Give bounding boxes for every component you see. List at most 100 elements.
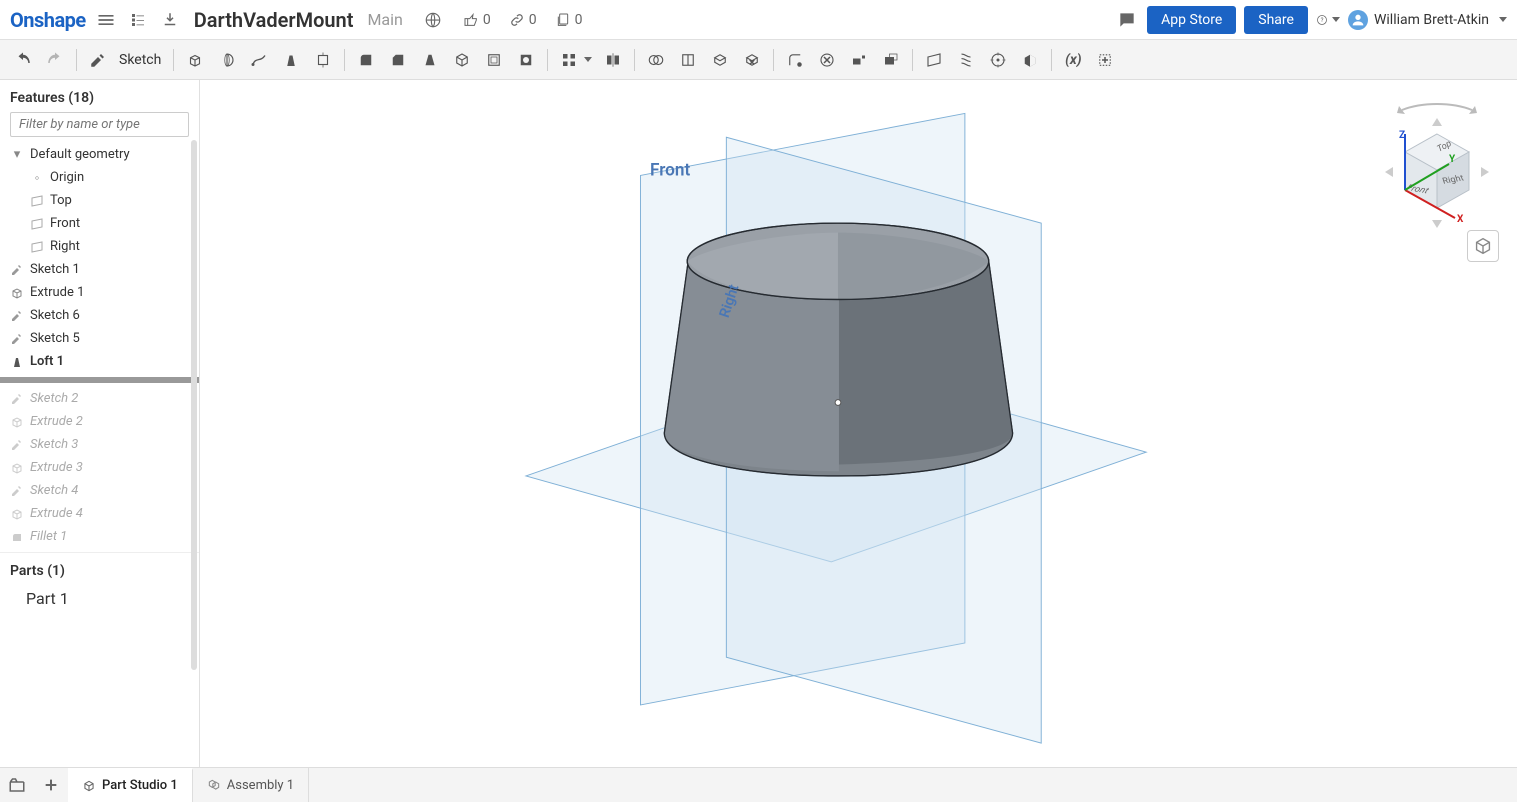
likes-stat[interactable]: 0 xyxy=(463,12,491,28)
tree-extrude2[interactable]: Extrude 2 xyxy=(0,410,199,433)
insert-icon[interactable] xyxy=(158,8,182,32)
scrollbar[interactable] xyxy=(191,140,197,670)
document-name[interactable]: DarthVaderMount xyxy=(194,8,354,32)
tree-extrude4[interactable]: Extrude 4 xyxy=(0,502,199,525)
extrude-icon xyxy=(10,286,24,300)
tree-toggle-icon[interactable] xyxy=(126,8,150,32)
loft-tool[interactable] xyxy=(276,45,306,75)
revolve-tool[interactable] xyxy=(212,45,242,75)
boolean-tool[interactable] xyxy=(641,45,671,75)
help-icon[interactable]: ? xyxy=(1316,8,1340,32)
menu-icon[interactable] xyxy=(94,8,118,32)
replace-face-tool[interactable] xyxy=(876,45,906,75)
tree-sketch4[interactable]: Sketch 4 xyxy=(0,479,199,502)
variable-tool[interactable]: (x) xyxy=(1058,45,1088,75)
delete-part-tool[interactable] xyxy=(812,45,842,75)
extrude-icon xyxy=(10,507,24,521)
mate-connector-tool[interactable] xyxy=(983,45,1013,75)
feature-filter-input[interactable] xyxy=(10,112,189,137)
sketch-tool-icon[interactable] xyxy=(83,45,113,75)
sketch-icon xyxy=(10,309,24,323)
tree-top-plane[interactable]: Top xyxy=(0,189,199,212)
extrude-icon xyxy=(10,461,24,475)
sketch-tool-label[interactable]: Sketch xyxy=(119,52,161,68)
sweep-tool[interactable] xyxy=(244,45,274,75)
isometric-view-button[interactable] xyxy=(1467,230,1499,262)
logo[interactable]: Onshape xyxy=(10,8,86,32)
tree-part1[interactable]: Part 1 xyxy=(0,585,199,612)
plane-icon xyxy=(30,194,44,208)
part-body[interactable] xyxy=(664,223,1012,476)
extrude-icon xyxy=(10,415,24,429)
add-tab-button[interactable] xyxy=(34,768,68,802)
3d-canvas[interactable]: Front Right xyxy=(200,80,1517,767)
plane-tool[interactable] xyxy=(919,45,949,75)
svg-text:X: X xyxy=(1457,214,1464,225)
tree-label: Fillet 1 xyxy=(30,529,67,544)
tree-label: Sketch 1 xyxy=(30,262,80,277)
tab-part-studio[interactable]: Part Studio 1 xyxy=(68,768,193,802)
tree-sketch2[interactable]: Sketch 2 xyxy=(0,387,199,410)
tree-label: Sketch 6 xyxy=(30,308,80,323)
share-button[interactable]: Share xyxy=(1244,6,1308,34)
split-tool[interactable] xyxy=(673,45,703,75)
fillet-tool[interactable] xyxy=(351,45,381,75)
fillet-icon xyxy=(10,530,24,544)
extrude-tool[interactable] xyxy=(180,45,210,75)
tab-assembly[interactable]: Assembly 1 xyxy=(193,768,309,802)
view-cube[interactable]: Top Front Right Z X Y xyxy=(1377,100,1497,220)
undo-button[interactable] xyxy=(8,45,38,75)
tree-extrude3[interactable]: Extrude 3 xyxy=(0,456,199,479)
user-menu[interactable]: William Brett-Atkin xyxy=(1348,10,1507,30)
tree-default-geometry[interactable]: ▾ Default geometry xyxy=(0,143,199,166)
tree-front-plane[interactable]: Front xyxy=(0,212,199,235)
app-store-button[interactable]: App Store xyxy=(1147,6,1236,34)
tree-label: Extrude 1 xyxy=(30,285,84,300)
avatar-icon xyxy=(1348,10,1368,30)
globe-icon[interactable] xyxy=(421,8,445,32)
tree-fillet1[interactable]: Fillet 1 xyxy=(0,525,199,548)
mirror-tool[interactable] xyxy=(598,45,628,75)
branch-label[interactable]: Main xyxy=(367,10,402,29)
modify-fillet-tool[interactable] xyxy=(780,45,810,75)
links-stat[interactable]: 0 xyxy=(509,12,537,28)
tab-manager-button[interactable] xyxy=(0,768,34,802)
custom-feature-tool[interactable] xyxy=(1090,45,1120,75)
tree-label: Default geometry xyxy=(30,147,130,162)
tree-sketch3[interactable]: Sketch 3 xyxy=(0,433,199,456)
chevron-down-icon[interactable] xyxy=(584,57,592,62)
tree-origin[interactable]: ◦ Origin xyxy=(0,166,199,189)
tree-loft1[interactable]: Loft 1 xyxy=(0,350,199,373)
feature-tree: ▾ Default geometry ◦ Origin Top Front Ri… xyxy=(0,143,199,548)
tab-label: Assembly 1 xyxy=(227,778,294,793)
rib-tool[interactable] xyxy=(479,45,509,75)
pattern-tool[interactable] xyxy=(554,45,584,75)
tree-label: Extrude 2 xyxy=(30,414,83,429)
sketch-icon xyxy=(10,332,24,346)
move-face-tool[interactable] xyxy=(844,45,874,75)
redo-button[interactable] xyxy=(40,45,70,75)
model-view[interactable]: Front Right xyxy=(200,80,1517,767)
tree-right-plane[interactable]: Right xyxy=(0,235,199,258)
comments-icon[interactable] xyxy=(1115,8,1139,32)
tree-label: Sketch 2 xyxy=(30,391,78,406)
rollback-bar[interactable] xyxy=(0,377,199,383)
tree-label: Extrude 4 xyxy=(30,506,83,521)
section-view-tool[interactable] xyxy=(1015,45,1045,75)
tree-label: Front xyxy=(50,216,80,231)
draft-tool[interactable] xyxy=(415,45,445,75)
copies-stat[interactable]: 0 xyxy=(555,12,583,28)
tree-sketch6[interactable]: Sketch 6 xyxy=(0,304,199,327)
delete-face-tool[interactable] xyxy=(737,45,767,75)
hole-tool[interactable] xyxy=(511,45,541,75)
shell-tool[interactable] xyxy=(447,45,477,75)
tree-sketch1[interactable]: Sketch 1 xyxy=(0,258,199,281)
thicken-tool[interactable] xyxy=(308,45,338,75)
helix-tool[interactable] xyxy=(951,45,981,75)
loft-icon xyxy=(10,355,24,369)
tree-label: Extrude 3 xyxy=(30,460,83,475)
chamfer-tool[interactable] xyxy=(383,45,413,75)
transform-tool[interactable] xyxy=(705,45,735,75)
tree-sketch5[interactable]: Sketch 5 xyxy=(0,327,199,350)
tree-extrude1[interactable]: Extrude 1 xyxy=(0,281,199,304)
